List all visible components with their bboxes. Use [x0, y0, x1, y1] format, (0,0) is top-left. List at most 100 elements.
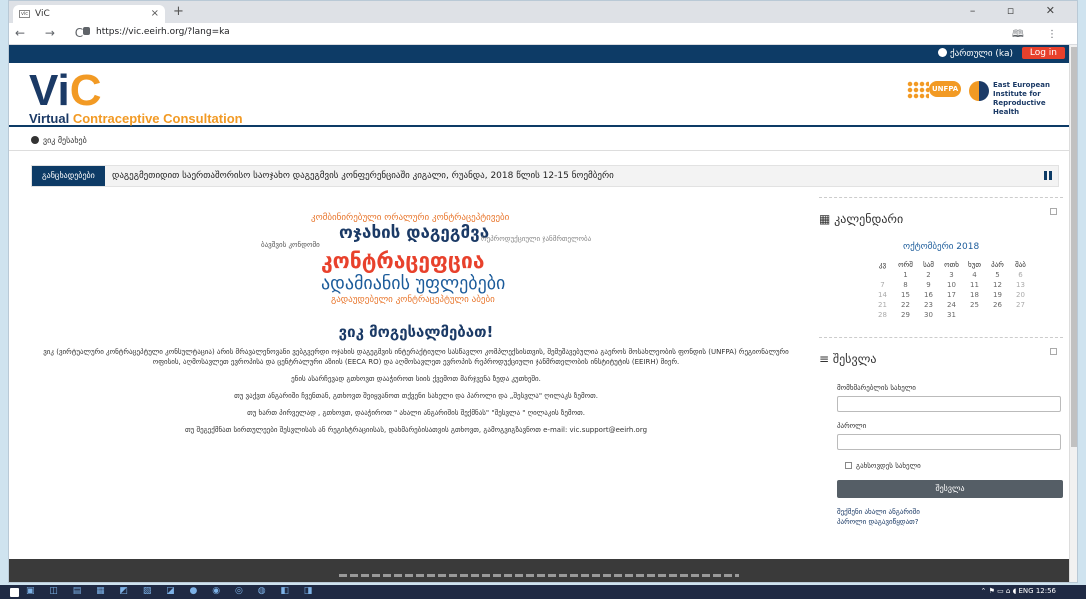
scroll-thumb[interactable] — [1071, 47, 1077, 447]
login-hint: თუ ვაქვთ ანგარიში ჩვენთან, გთხოვთ შეიყვა… — [234, 392, 598, 400]
calendar-day — [963, 310, 986, 320]
browser-menu-icon[interactable]: 🕮 ⋮ — [1012, 27, 1067, 44]
forgot-password-link[interactable]: პაროლი დაგავიწყდათ? — [837, 518, 918, 526]
main-content: კომბინირებული ორალური კონტრაცეპტივები ოჯ… — [31, 197, 801, 457]
calendar-month[interactable]: ოქტომბერი 2018 — [903, 242, 979, 252]
ticker-label[interactable]: განცხადებები — [32, 166, 105, 186]
windows-taskbar: ▣ ◫ ▤ ▦ ◩ ▧ ◪ ● ◉ ◎ ◍ ◧ ◨ ⌃ ⚑ ▭ ⌂ ◖ ENG … — [0, 585, 1086, 599]
login-link[interactable]: Log in — [1021, 47, 1065, 59]
collapse-icon[interactable] — [1050, 348, 1057, 355]
calendar-day: 21 — [878, 301, 887, 309]
site-footer — [9, 559, 1071, 582]
footer-links — [339, 574, 739, 577]
url-field[interactable]: https://vic.eeirh.org/?lang=ka — [83, 27, 230, 37]
calendar-day: 15 — [901, 291, 910, 299]
checkbox-icon — [845, 462, 852, 469]
url-text: https://vic.eeirh.org/?lang=ka — [96, 27, 230, 37]
logo-sub-virtual: Virtual — [29, 111, 73, 126]
calendar-day: 10 — [947, 281, 956, 289]
breadcrumb: ვიკ მესახებ — [9, 129, 1071, 151]
calendar-day: 3 — [949, 271, 954, 279]
tab-close-icon[interactable]: × — [151, 5, 159, 23]
tab-bar: vic ViC × + – ▫ ✕ — [9, 1, 1077, 23]
support-hint: თუ შეგექმნათ სირთულეები შესვლისას ან რეგ… — [184, 426, 648, 434]
window-controls[interactable]: – ▫ ✕ — [970, 4, 1069, 17]
dots-icon — [907, 81, 929, 99]
new-tab-button[interactable]: + — [173, 4, 184, 19]
language-label: ქართული (ka) — [950, 49, 1013, 59]
login-block: ≡ შესვლა მომხმარებლის სახელი პაროლი გახს… — [819, 337, 1063, 537]
calendar-day: 17 — [947, 291, 956, 299]
calendar-day: 23 — [924, 301, 933, 309]
calendar-day: 20 — [1016, 291, 1025, 299]
login-title-text: შესვლა — [832, 352, 877, 366]
calendar-day: 1 — [903, 271, 908, 279]
cloud-word: რეპროდუქციული ჯანმრთელობა — [481, 235, 592, 243]
weekday: სამ — [923, 261, 934, 269]
browser-window: vic ViC × + – ▫ ✕ ← → C https://vic.eeir… — [8, 0, 1078, 583]
start-icon[interactable] — [10, 588, 19, 597]
browser-tab[interactable]: vic ViC × — [13, 5, 165, 23]
language-selector[interactable]: ქართული (ka) — [938, 48, 1013, 59]
unfpa-logo: UNFPA — [907, 79, 963, 101]
calendar-day: 9 — [926, 281, 931, 289]
cloud-word: ადამიანის უფლებები — [321, 273, 506, 294]
password-label: პაროლი — [837, 422, 867, 430]
cloud-word: გადაუდებელი კონტრაცეპტული აბები — [331, 295, 495, 305]
lock-icon — [83, 27, 90, 35]
calendar-day: 5 — [995, 271, 1000, 279]
cloud-word: ბავშვის კონდომი — [261, 241, 320, 249]
eeirh-logo: East European Institute for Reproductive… — [967, 79, 1067, 116]
calendar-day: 22 — [901, 301, 910, 309]
weekday: ხუთ — [968, 261, 981, 269]
password-field[interactable] — [837, 434, 1061, 450]
username-label: მომხმარებლის სახელი — [837, 384, 916, 392]
vic-logo[interactable]: ViC — [29, 69, 102, 113]
calendar-block: ▦ კალენდარი ოქტომბერი 2018 კვ ორშ სამ ოთ… — [819, 197, 1063, 333]
address-bar: ← → C https://vic.eeirh.org/?lang=ka 🕮 ⋮ — [9, 23, 1077, 45]
info-icon — [31, 136, 39, 144]
weekday: ორშ — [898, 261, 913, 269]
system-tray[interactable]: ⌃ ⚑ ▭ ⌂ ◖ ENG 12:56 — [981, 587, 1057, 595]
calendar-day: 12 — [993, 281, 1002, 289]
login-button[interactable]: შესვლა — [837, 480, 1063, 498]
calendar-day — [986, 310, 1009, 320]
logo-sub-rest: Contraceptive Consultation — [72, 111, 243, 126]
calendar-day — [1009, 310, 1032, 320]
collapse-icon[interactable] — [1050, 208, 1057, 215]
language-hint: ენის ასარჩევად გთხოვთ დააჭიროთ სიის ქვემ… — [291, 375, 541, 383]
calendar-day: 8 — [903, 281, 908, 289]
weekday: შაბ — [1015, 261, 1026, 269]
favicon-icon: vic — [19, 10, 30, 18]
logo-c: C — [69, 66, 102, 115]
calendar-day: 14 — [878, 291, 887, 299]
create-account-link[interactable]: შექმენი ახალი ანგარიში — [837, 508, 920, 516]
taskbar-apps[interactable]: ▣ ◫ ▤ ▦ ◩ ▧ ◪ ● ◉ ◎ ◍ ◧ ◨ — [26, 586, 318, 596]
calendar-title-text: კალენდარი — [834, 212, 904, 226]
username-field[interactable] — [837, 396, 1061, 412]
signup-hint: თუ ხართ პირველად , გთხოვთ, დააჭიროთ " ახ… — [247, 409, 585, 417]
logo-subtitle: Virtual Contraceptive Consultation — [29, 111, 243, 126]
unfpa-label: UNFPA — [929, 81, 962, 97]
remember-label: გახსოვდეს სახელი — [856, 462, 921, 470]
calendar-day: 13 — [1016, 281, 1025, 289]
tab-title: ViC — [35, 9, 50, 19]
globe-icon — [938, 48, 948, 57]
ticker-text[interactable]: დაგეგმეთიდით საერთაშორისო საოჯახო დაგეგმ… — [112, 171, 614, 181]
calendar-day: 26 — [993, 301, 1002, 309]
page-scrollbar[interactable] — [1069, 45, 1077, 582]
breadcrumb-label[interactable]: ვიკ მესახებ — [43, 136, 87, 145]
logo-vi: Vi — [29, 66, 70, 115]
calendar-day: 16 — [924, 291, 933, 299]
calendar-day: 31 — [947, 311, 956, 319]
calendar-grid: კვ ორშ სამ ოთხ ხუთ პარ შაბ 1 2 3 4 5 6 7… — [871, 260, 1032, 320]
calendar-day: 19 — [993, 291, 1002, 299]
nav-buttons[interactable]: ← → C — [15, 26, 91, 40]
remember-checkbox[interactable]: გახსოვდეს სახელი — [845, 462, 921, 470]
calendar-day — [871, 270, 894, 280]
welcome-heading: ვიკ მოგესალმებათ! — [338, 323, 494, 341]
pause-icon[interactable] — [1044, 171, 1052, 180]
word-cloud: კომბინირებული ორალური კონტრაცეპტივები ოჯ… — [211, 205, 631, 311]
calendar-day: 28 — [878, 311, 887, 319]
announcements-ticker: განცხადებები დაგეგმეთიდით საერთაშორისო ს… — [31, 165, 1059, 187]
